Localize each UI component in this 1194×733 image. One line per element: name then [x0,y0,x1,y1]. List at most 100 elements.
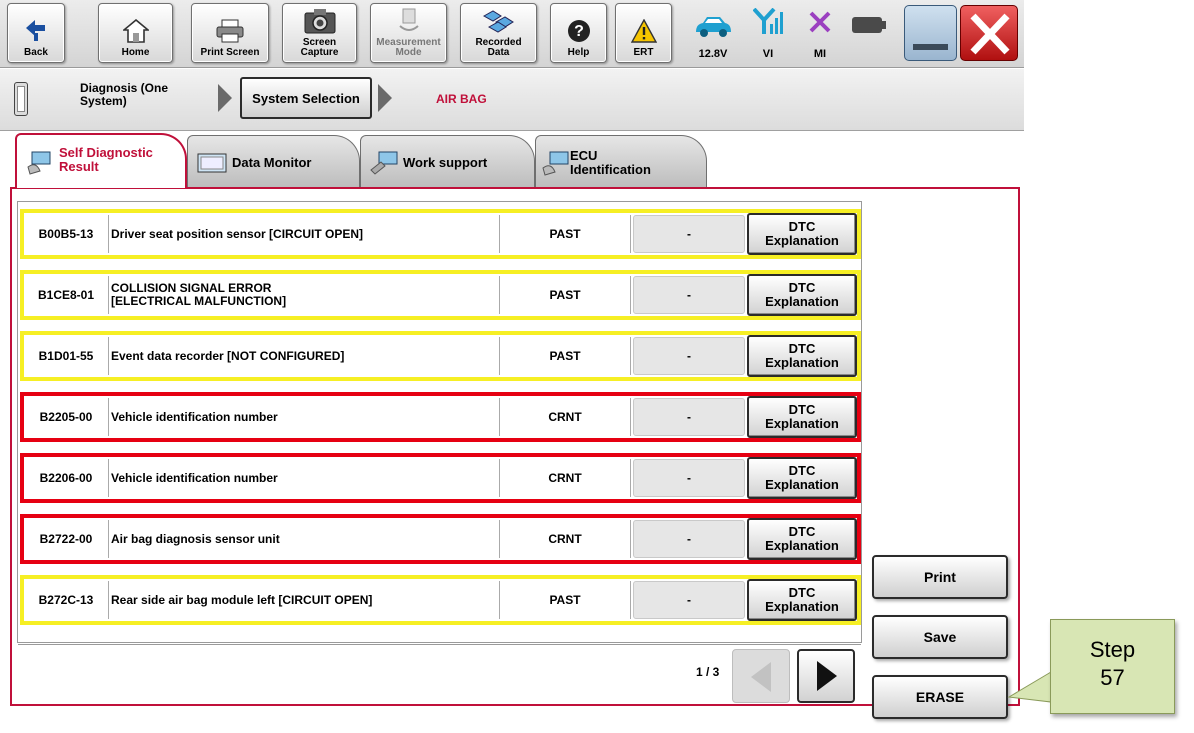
dtc-explanation-button[interactable]: DTC Explanation [747,518,857,560]
camera-icon [304,6,336,36]
table-row: B272C-13 Rear side air bag module left [… [20,575,861,625]
measurement-mode-button[interactable]: Measurement Mode [370,3,447,63]
screen-capture-button[interactable]: Screen Capture [282,3,357,63]
table-row: B2205-00 Vehicle identification number C… [20,392,861,442]
ert-button[interactable]: ERT [615,3,672,63]
dtc-description: Air bag diagnosis sensor unit [108,520,499,558]
page-indicator: 1 / 3 [696,665,720,679]
table-row: B2206-00 Vehicle identification number C… [20,453,861,503]
help-label: Help [567,47,590,58]
triangle-right-icon [817,661,837,691]
dtc-count: - [633,459,745,497]
dtc-code: B00B5-13 [38,227,94,241]
vi-label: VI [762,48,774,60]
dtc-explanation-button[interactable]: DTC Explanation [747,457,857,499]
printer-icon [215,16,245,46]
mi-label: MI [813,48,827,60]
tab-self-diagnostic-label: Self Diagnostic Result [59,145,153,174]
dtc-status: PAST [499,215,631,253]
dtc-description: COLLISION SIGNAL ERROR [ELECTRICAL MALFU… [108,276,499,314]
print-screen-label: Print Screen [200,47,260,58]
save-button[interactable]: Save [872,615,1008,659]
dtc-status: PAST [499,581,631,619]
table-row: B00B5-13 Driver seat position sensor [CI… [20,209,861,259]
dtc-description: Vehicle identification number [108,459,499,497]
ecu-identification-icon [542,151,569,176]
tab-ecu-identification[interactable]: ECU Identification [535,135,707,187]
mi-status: MI [797,6,843,62]
disconnected-x-icon [809,11,831,33]
dtc-explanation-button[interactable]: DTC Explanation [747,396,857,438]
system-selection-button[interactable]: System Selection [240,77,372,119]
breadcrumb-arrow-icon [378,84,392,112]
table-row: B1CE8-01 COLLISION SIGNAL ERROR [ELECTRI… [20,270,861,320]
dtc-count: - [633,581,745,619]
step-callout: Step 57 [1050,619,1175,714]
dtc-code: B2722-00 [39,532,93,546]
battery-icon [852,15,886,35]
help-button[interactable]: ? Help [550,3,607,63]
tab-work-support-label: Work support [403,155,488,170]
breadcrumb-arrow-icon [218,84,232,112]
minimize-button[interactable] [904,5,957,61]
vi-status: VI [745,6,791,62]
help-icon: ? [567,16,591,46]
home-label: Home [121,47,150,58]
ert-label: ERT [633,47,654,58]
dtc-status: CRNT [499,459,631,497]
erase-button[interactable]: ERASE [872,675,1008,719]
data-monitor-icon [197,153,227,173]
car-icon [696,17,731,37]
back-button[interactable]: Back [7,3,65,63]
dtc-explanation-button[interactable]: DTC Explanation [747,213,857,255]
tab-self-diagnostic-result[interactable]: Self Diagnostic Result [15,133,187,188]
close-button[interactable] [960,5,1018,61]
battery-status: 12.8V [690,6,736,62]
dtc-status: PAST [499,337,631,375]
recorded-data-button[interactable]: Recorded Data [460,3,537,63]
next-page-button[interactable] [797,649,855,703]
dtc-count: - [633,520,745,558]
dtc-code: B1CE8-01 [37,288,95,302]
battery-voltage: 12.8V [698,48,728,60]
callout-pointer [1007,671,1052,703]
meter-icon [398,6,420,36]
dtc-description: Rear side air bag module left [CIRCUIT O… [108,581,499,619]
device-icon [14,82,28,116]
dtc-explanation-button[interactable]: DTC Explanation [747,579,857,621]
tab-work-support[interactable]: Work support [360,135,535,187]
recorded-data-icon [481,6,517,36]
dtc-status: CRNT [499,398,631,436]
svg-text:?: ? [574,23,584,40]
dtc-description: Event data recorder [NOT CONFIGURED] [108,337,499,375]
dtc-explanation-button[interactable]: DTC Explanation [747,335,857,377]
breadcrumb-air-bag: AIR BAG [436,92,487,106]
dtc-count: - [633,215,745,253]
breadcrumb-diagnosis-one-system[interactable]: Diagnosis (One System) [80,82,168,108]
warning-icon [630,16,657,46]
dtc-status: CRNT [499,520,631,558]
print-button[interactable]: Print [872,555,1008,599]
breadcrumb: Diagnosis (One System) System Selection … [0,69,1024,131]
screen-capture-label: Screen Capture [300,37,339,58]
table-divider [18,644,861,645]
tab-data-monitor[interactable]: Data Monitor [187,135,360,187]
table-row: B1D01-55 Event data recorder [NOT CONFIG… [20,331,861,381]
triangle-left-icon [751,662,771,692]
measurement-mode-label: Measurement Mode [376,37,441,58]
previous-page-button[interactable] [732,649,790,703]
recorded-data-label: Recorded Data [475,37,522,58]
home-icon [122,16,149,46]
dtc-count: - [633,398,745,436]
minimize-icon [913,44,948,50]
self-diagnostic-icon [27,151,51,175]
dtc-explanation-button[interactable]: DTC Explanation [747,274,857,316]
print-screen-button[interactable]: Print Screen [191,3,269,63]
dtc-code: B2206-00 [39,471,93,485]
back-arrow-icon [26,16,46,46]
dtc-code: B2205-00 [39,410,93,424]
tab-ecu-identification-label: ECU Identification [570,148,651,177]
tab-data-monitor-label: Data Monitor [232,155,312,170]
home-button[interactable]: Home [98,3,173,63]
dtc-description: Driver seat position sensor [CIRCUIT OPE… [108,215,499,253]
